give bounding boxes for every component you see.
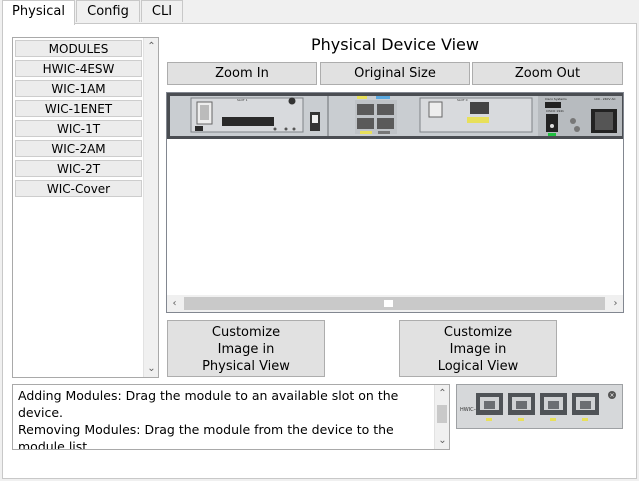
customize-logical-line3: Logical View bbox=[437, 359, 519, 374]
module-preview: HWIC-4ESW × bbox=[456, 384, 623, 429]
help-line-adding: Adding Modules: Drag the module to an av… bbox=[18, 388, 399, 420]
customize-physical-line2: Image in bbox=[217, 342, 275, 357]
module-item-wic-2am[interactable]: WIC-2AM bbox=[15, 140, 142, 157]
module-item-wic-2t[interactable]: WIC-2T bbox=[15, 160, 142, 177]
router-chassis: SLOT 1 SLOT 0 Cisco Systems CISCO 1941 1… bbox=[167, 93, 623, 139]
scroll-grip-icon bbox=[384, 300, 393, 307]
slot-0-label: SLOT 0 bbox=[457, 98, 468, 102]
preview-screw-icon: × bbox=[610, 392, 615, 399]
module-item-wic-1enet[interactable]: WIC-1ENET bbox=[15, 100, 142, 117]
model-label: CISCO 1941 bbox=[546, 109, 564, 113]
power-rating-label: 100 - 240V AC bbox=[594, 97, 616, 101]
tab-config[interactable]: Config bbox=[76, 0, 140, 22]
module-item-wic-1am[interactable]: WIC-1AM bbox=[15, 80, 142, 97]
help-scroll-down-icon[interactable]: ⌄ bbox=[435, 433, 449, 448]
help-scroll-thumb[interactable] bbox=[437, 405, 447, 423]
module-item-wic-1t[interactable]: WIC-1T bbox=[15, 120, 142, 137]
customize-physical-view-button[interactable]: Customize Image in Physical View bbox=[167, 320, 325, 377]
help-line-removing: Removing Modules: Drag the module from t… bbox=[18, 422, 394, 450]
scroll-up-icon[interactable]: ⌃ bbox=[144, 39, 159, 54]
device-viewport[interactable]: SLOT 1 SLOT 0 Cisco Systems CISCO 1941 1… bbox=[166, 92, 624, 313]
aux-port[interactable] bbox=[377, 118, 394, 129]
module-list-scrollbar[interactable]: ⌃ ⌄ bbox=[143, 38, 158, 377]
original-size-button[interactable]: Original Size bbox=[320, 62, 470, 85]
power-switch[interactable] bbox=[546, 114, 558, 132]
scroll-right-icon[interactable]: › bbox=[608, 296, 623, 311]
viewport-hscrollbar[interactable]: ‹ › bbox=[167, 295, 623, 312]
brand-label: Cisco Systems bbox=[545, 97, 567, 101]
gig0-0-port[interactable] bbox=[357, 104, 374, 115]
customize-physical-line1: Customize bbox=[211, 325, 281, 340]
zoom-in-button[interactable]: Zoom In bbox=[167, 62, 317, 85]
tab-bar: Physical Config CLI bbox=[0, 0, 639, 25]
help-scroll-up-icon[interactable]: ⌃ bbox=[435, 386, 449, 401]
customize-logical-view-button[interactable]: Customize Image in Logical View bbox=[399, 320, 557, 377]
zoom-out-button[interactable]: Zoom Out bbox=[472, 62, 623, 85]
scroll-left-icon[interactable]: ‹ bbox=[167, 296, 182, 311]
hwic-4esw-preview-image: HWIC-4ESW × bbox=[457, 385, 622, 428]
tab-physical[interactable]: Physical bbox=[2, 0, 75, 25]
module-list[interactable]: MODULES HWIC-4ESW WIC-1AM WIC-1ENET WIC-… bbox=[12, 37, 159, 378]
viewport-hscroll-thumb[interactable] bbox=[184, 297, 605, 310]
help-scrollbar[interactable]: ⌃ ⌄ bbox=[434, 385, 449, 449]
customize-logical-line2: Image in bbox=[449, 342, 507, 357]
module-list-header: MODULES bbox=[15, 40, 142, 57]
help-text-box[interactable]: Adding Modules: Drag the module to an av… bbox=[12, 384, 450, 450]
customize-physical-line3: Physical View bbox=[202, 359, 290, 374]
customize-logical-line1: Customize bbox=[443, 325, 513, 340]
physical-device-view-title: Physical Device View bbox=[311, 35, 479, 54]
gig0-1-port[interactable] bbox=[377, 104, 394, 115]
console-port[interactable] bbox=[357, 118, 374, 129]
module-item-wic-cover[interactable]: WIC-Cover bbox=[15, 180, 142, 197]
tab-cli[interactable]: CLI bbox=[141, 0, 183, 22]
module-item-hwic-4esw[interactable]: HWIC-4ESW bbox=[15, 60, 142, 77]
scroll-down-icon[interactable]: ⌄ bbox=[144, 361, 159, 376]
slot-1-label: SLOT 1 bbox=[237, 98, 248, 102]
